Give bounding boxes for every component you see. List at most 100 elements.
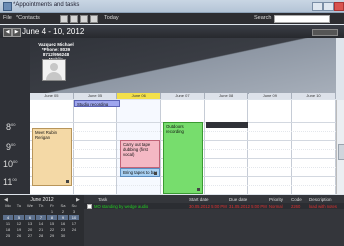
weekday-label: Mo bbox=[5, 203, 11, 208]
calendar-day[interactable]: 1 bbox=[47, 209, 57, 214]
day-header[interactable]: June 08 bbox=[204, 93, 249, 99]
calendar-day[interactable] bbox=[25, 209, 35, 214]
day-column[interactable] bbox=[74, 100, 118, 194]
calendar-day[interactable]: 15 bbox=[47, 221, 57, 226]
close-button[interactable] bbox=[334, 2, 344, 11]
vertical-scrollbar[interactable] bbox=[336, 100, 344, 194]
window-title: *Appointments and tasks bbox=[13, 2, 80, 8]
calendar-day[interactable]: 12 bbox=[14, 221, 24, 226]
column-header-priority[interactable]: Priority bbox=[269, 197, 283, 202]
calendar-day[interactable]: 8 bbox=[47, 215, 57, 220]
calendar-day[interactable] bbox=[69, 233, 79, 238]
task-complete-checkbox[interactable] bbox=[87, 204, 92, 209]
hour-label: 900 bbox=[6, 142, 16, 152]
calendar-day[interactable] bbox=[14, 209, 24, 214]
calendar-day[interactable]: 26 bbox=[14, 233, 24, 238]
calendar-day[interactable]: 11 bbox=[3, 221, 13, 226]
calendar-day[interactable]: 22 bbox=[47, 227, 57, 232]
month-view-icon[interactable] bbox=[90, 15, 98, 23]
file-menu[interactable]: File bbox=[3, 15, 12, 21]
search-input[interactable] bbox=[274, 15, 330, 23]
calendar-day[interactable]: 21 bbox=[36, 227, 46, 232]
calendar-day[interactable] bbox=[36, 209, 46, 214]
contacts-menu[interactable]: *Contacts bbox=[16, 15, 40, 21]
toolbar: File *Contacts Today Search bbox=[0, 13, 344, 24]
date-navigation-bar: ◀ ▶ June 4 - 10, 2012 bbox=[0, 25, 344, 38]
task-name: MO standing by wedge audio bbox=[94, 204, 149, 209]
calendar-day[interactable]: 9 bbox=[58, 215, 68, 220]
calendar-day[interactable]: 17 bbox=[69, 221, 79, 226]
calendar-day[interactable]: 14 bbox=[36, 221, 46, 226]
task-list: Task Start date Due date Priority Code D… bbox=[84, 195, 344, 246]
day-column[interactable] bbox=[292, 100, 336, 194]
appointment-outdoors-recording[interactable]: Outdoors recording bbox=[163, 122, 203, 194]
day-column[interactable] bbox=[205, 100, 249, 194]
appointment-studio-recording[interactable]: Studio recording bbox=[74, 100, 120, 107]
next-week-button[interactable]: ▶ bbox=[12, 28, 21, 37]
title-bar: *Appointments and tasks bbox=[0, 0, 344, 13]
time-ruler: 800 900 1000 1100 bbox=[0, 38, 30, 194]
calendar-day[interactable]: 7 bbox=[36, 215, 46, 220]
minimize-button[interactable] bbox=[312, 2, 323, 11]
weekday-label: We bbox=[27, 203, 33, 208]
calendar-day[interactable]: 13 bbox=[25, 221, 35, 226]
column-header-code[interactable]: Code bbox=[291, 197, 302, 202]
new-appointment-icon[interactable] bbox=[60, 15, 68, 23]
mini-calendar: ◀ June 2012 ▶ Mo Tu We Th Fr Sa Su 1 2 3 4 5 6 7 8 9 10 1… bbox=[0, 195, 85, 246]
avatar bbox=[42, 59, 66, 81]
calendar-day[interactable]: 19 bbox=[14, 227, 24, 232]
calendar-day[interactable]: 5 bbox=[14, 215, 24, 220]
appointment-title: Outdoors recording bbox=[166, 124, 184, 134]
avatar-head-icon bbox=[50, 63, 58, 71]
today-button[interactable]: Today bbox=[104, 15, 119, 21]
weekday-label: Sa bbox=[60, 203, 66, 208]
calendar-day[interactable]: 3 bbox=[69, 209, 79, 214]
maximize-button[interactable] bbox=[323, 2, 334, 11]
date-range: June 4 - 10, 2012 bbox=[22, 27, 85, 36]
calendar-day[interactable]: 29 bbox=[47, 233, 57, 238]
hour-label: 1000 bbox=[3, 159, 18, 169]
week-view-icon[interactable] bbox=[80, 15, 88, 23]
hour-label: 1100 bbox=[3, 177, 17, 187]
calendar-day[interactable]: 24 bbox=[69, 227, 79, 232]
calendar-day[interactable]: 4 bbox=[3, 215, 13, 220]
column-header-task[interactable]: Task bbox=[98, 197, 107, 202]
day-column[interactable] bbox=[249, 100, 293, 194]
hour-label: 800 bbox=[6, 122, 16, 132]
appointment-title: Studio recording bbox=[77, 102, 109, 107]
previous-week-button[interactable]: ◀ bbox=[3, 28, 12, 37]
schedule-grid[interactable]: Studio recording Meet Rubin Rerigan Carr… bbox=[30, 100, 336, 194]
calendar-day[interactable]: 20 bbox=[25, 227, 35, 232]
day-headers: June 05 June 05 June 06 June 07 June 08 June … bbox=[30, 93, 336, 99]
task-due-date: 31.05.2012 5:00 PM bbox=[229, 204, 267, 209]
calendar-day[interactable]: 27 bbox=[25, 233, 35, 238]
calendar-day[interactable]: 10 bbox=[69, 215, 79, 220]
calendar-day[interactable]: 28 bbox=[36, 233, 46, 238]
calendar-day[interactable]: 25 bbox=[3, 233, 13, 238]
day-header[interactable]: June 06 bbox=[117, 93, 162, 99]
calendar-day[interactable]: 16 bbox=[58, 221, 68, 226]
day-header[interactable]: June 05 bbox=[30, 93, 74, 99]
day-header[interactable]: June 09 bbox=[248, 93, 293, 99]
day-header[interactable]: June 10 bbox=[292, 93, 336, 99]
appointment-title: Bring tapes to bar bbox=[123, 170, 157, 175]
column-header-start-date[interactable]: Start date bbox=[189, 197, 209, 202]
column-header-due-date[interactable]: Due date bbox=[229, 197, 247, 202]
calendar-day[interactable]: 30 bbox=[58, 233, 68, 238]
lock-icon bbox=[154, 172, 157, 175]
day-header[interactable]: June 07 bbox=[161, 93, 205, 99]
calendar-day[interactable] bbox=[3, 209, 13, 214]
calendar-day[interactable]: 18 bbox=[3, 227, 13, 232]
appointment-tape-dubbing[interactable]: Carry out tape dubbing (first vocal) bbox=[120, 140, 160, 168]
calendar-day[interactable]: 23 bbox=[58, 227, 68, 232]
appointment-meet-rubin[interactable]: Meet Rubin Rerigan bbox=[32, 128, 72, 186]
day-view-icon[interactable] bbox=[70, 15, 78, 23]
appointment-bring-tapes[interactable]: Bring tapes to bar bbox=[120, 168, 160, 177]
calendar-day[interactable]: 2 bbox=[58, 209, 68, 214]
view-slider[interactable] bbox=[312, 29, 338, 36]
calendar-day[interactable]: 6 bbox=[25, 215, 35, 220]
day-header[interactable]: June 05 bbox=[73, 93, 118, 99]
column-header-description[interactable]: Description bbox=[309, 197, 332, 202]
scrollbar-thumb[interactable] bbox=[338, 144, 344, 160]
weekday-label: Th bbox=[38, 203, 44, 208]
